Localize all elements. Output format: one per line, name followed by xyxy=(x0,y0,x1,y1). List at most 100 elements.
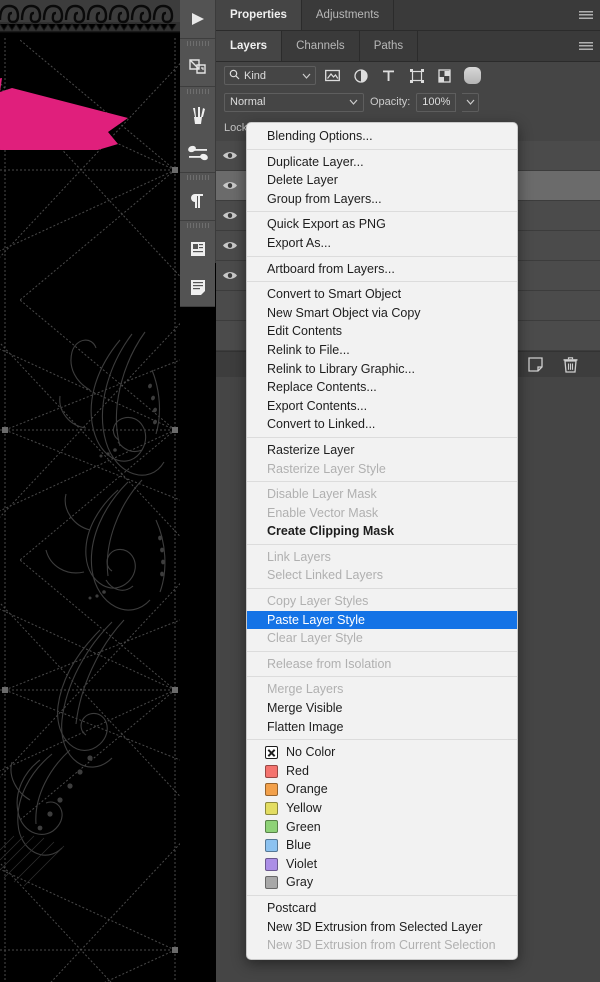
menu-item[interactable]: Duplicate Layer... xyxy=(247,153,517,172)
eye-icon[interactable] xyxy=(216,270,244,281)
menu-item[interactable]: New 3D Extrusion from Selected Layer xyxy=(247,918,517,937)
blend-mode-select[interactable]: Normal xyxy=(224,92,364,112)
opacity-input[interactable]: 100% xyxy=(416,92,457,112)
pixel-layer-filter-icon[interactable] xyxy=(324,69,341,82)
menu-item[interactable]: Yellow xyxy=(247,799,517,818)
trash-icon[interactable] xyxy=(563,356,578,373)
menu-item[interactable]: Convert to Smart Object xyxy=(247,285,517,304)
dock-grip[interactable] xyxy=(180,221,215,230)
opacity-chevron-down-icon[interactable] xyxy=(462,92,480,112)
chevron-down-icon xyxy=(349,96,358,108)
notes-overlap-icon[interactable] xyxy=(180,48,215,86)
menu-separator xyxy=(247,739,517,741)
dock-grip[interactable] xyxy=(180,87,215,96)
adjustment-layer-filter-icon[interactable] xyxy=(352,68,369,83)
menu-separator xyxy=(247,894,517,896)
new-layer-icon[interactable] xyxy=(528,357,543,372)
menu-separator xyxy=(247,436,517,438)
tab-properties[interactable]: Properties xyxy=(216,0,302,30)
menu-item-label: Red xyxy=(286,763,309,778)
tab-paths[interactable]: Paths xyxy=(359,31,419,61)
menu-item[interactable]: Convert to Linked... xyxy=(247,415,517,434)
layer-type-filters xyxy=(324,67,481,84)
menu-item[interactable]: Violet xyxy=(247,855,517,874)
canvas-wave-border xyxy=(0,0,180,38)
eye-icon[interactable] xyxy=(216,240,244,251)
eye-icon[interactable] xyxy=(216,150,244,161)
color-swatch-icon xyxy=(265,783,278,797)
type-layer-filter-icon[interactable] xyxy=(380,69,397,82)
menu-item: Clear Layer Style xyxy=(267,631,363,646)
menu-item[interactable]: Export Contents... xyxy=(247,397,517,416)
collapsed-panel-dock[interactable] xyxy=(180,0,216,307)
menu-item[interactable]: Red xyxy=(247,762,517,781)
dock-group-paragraph xyxy=(180,173,215,221)
opacity-value: 100% xyxy=(422,96,451,108)
menu-item[interactable]: Blue xyxy=(247,836,517,855)
menu-item[interactable]: Postcard xyxy=(247,899,517,918)
menu-item[interactable]: Flatten Image xyxy=(247,718,517,737)
properties-tabbar: Properties Adjustments xyxy=(216,0,600,31)
layer-comps-icon[interactable] xyxy=(180,230,215,268)
brushes-icon[interactable] xyxy=(180,96,215,134)
menu-item-label: Blue xyxy=(286,838,312,853)
dock-grip[interactable] xyxy=(180,39,215,48)
eye-icon[interactable] xyxy=(216,180,244,191)
hamburger-icon[interactable] xyxy=(572,0,600,30)
tab-adjustments[interactable]: Adjustments xyxy=(301,0,395,30)
menu-separator xyxy=(247,588,517,590)
dock-group-brushes xyxy=(180,87,215,173)
filter-kind-select[interactable]: Kind xyxy=(224,66,316,85)
menu-item[interactable]: Paste Layer Style xyxy=(247,610,517,630)
menu-item[interactable]: Quick Export as PNG xyxy=(247,215,517,234)
color-swatch-icon xyxy=(265,801,278,815)
paragraph-pilcrow-icon[interactable] xyxy=(180,182,215,220)
menu-item[interactable]: Relink to File... xyxy=(247,341,517,360)
menu-item[interactable]: Relink to Library Graphic... xyxy=(247,360,517,379)
notes-page-icon[interactable] xyxy=(180,268,215,306)
menu-separator xyxy=(247,543,517,545)
dock-group-timeline xyxy=(180,0,215,39)
menu-item: Copy Layer Styles xyxy=(267,594,369,609)
blend-mode-value: Normal xyxy=(230,96,266,108)
filter-toggle-switch[interactable] xyxy=(464,67,481,84)
menu-item[interactable]: Export As... xyxy=(247,234,517,253)
tab-layers[interactable]: Layers xyxy=(216,31,283,61)
tab-channels[interactable]: Channels xyxy=(282,31,360,61)
layer-context-menu[interactable]: Blending Options... Duplicate Layer... Del… xyxy=(246,122,518,960)
play-arrow-icon[interactable] xyxy=(180,0,215,38)
menu-item[interactable]: Rasterize Layer xyxy=(247,441,517,460)
menu-item: Select Linked Layers xyxy=(267,568,384,583)
document-canvas[interactable] xyxy=(0,0,180,982)
menu-item[interactable]: Delete Layer xyxy=(247,171,517,190)
menu-item[interactable]: Blending Options... xyxy=(247,127,517,146)
menu-item[interactable]: Replace Contents... xyxy=(247,378,517,397)
menu-item-label: Orange xyxy=(286,782,328,797)
menu-item: Enable Vector Mask xyxy=(267,505,379,520)
menu-item[interactable]: Merge Visible xyxy=(247,699,517,718)
tabbar-filler xyxy=(418,31,572,61)
menu-item[interactable]: New Smart Object via Copy xyxy=(247,304,517,323)
menu-item-label: Green xyxy=(286,819,321,834)
hamburger-icon[interactable] xyxy=(572,31,600,61)
menu-item[interactable]: Green xyxy=(247,818,517,837)
tabbar-filler xyxy=(394,0,572,30)
menu-item[interactable]: No Color xyxy=(247,743,517,762)
menu-item[interactable]: Edit Contents xyxy=(247,322,517,341)
swatches-spoon-icon[interactable] xyxy=(180,134,215,172)
menu-item[interactable]: Create Clipping Mask xyxy=(247,522,517,541)
menu-item[interactable]: Gray xyxy=(247,873,517,892)
dock-grip[interactable] xyxy=(180,173,215,182)
menu-item[interactable]: Artboard from Layers... xyxy=(247,260,517,279)
eye-icon[interactable] xyxy=(216,210,244,221)
smart-object-filter-icon[interactable] xyxy=(436,68,453,83)
menu-item[interactable]: Orange xyxy=(247,780,517,799)
shape-layer-filter-icon[interactable] xyxy=(408,68,425,83)
layer-filter-row: Kind xyxy=(216,62,600,89)
color-swatch-icon xyxy=(265,838,278,852)
properties-panel: Properties Adjustments xyxy=(216,0,600,31)
menu-separator xyxy=(247,281,517,283)
menu-item[interactable]: Group from Layers... xyxy=(247,190,517,209)
blend-mode-row: Normal Opacity: 100% xyxy=(216,89,600,115)
color-swatch-icon xyxy=(265,857,278,871)
